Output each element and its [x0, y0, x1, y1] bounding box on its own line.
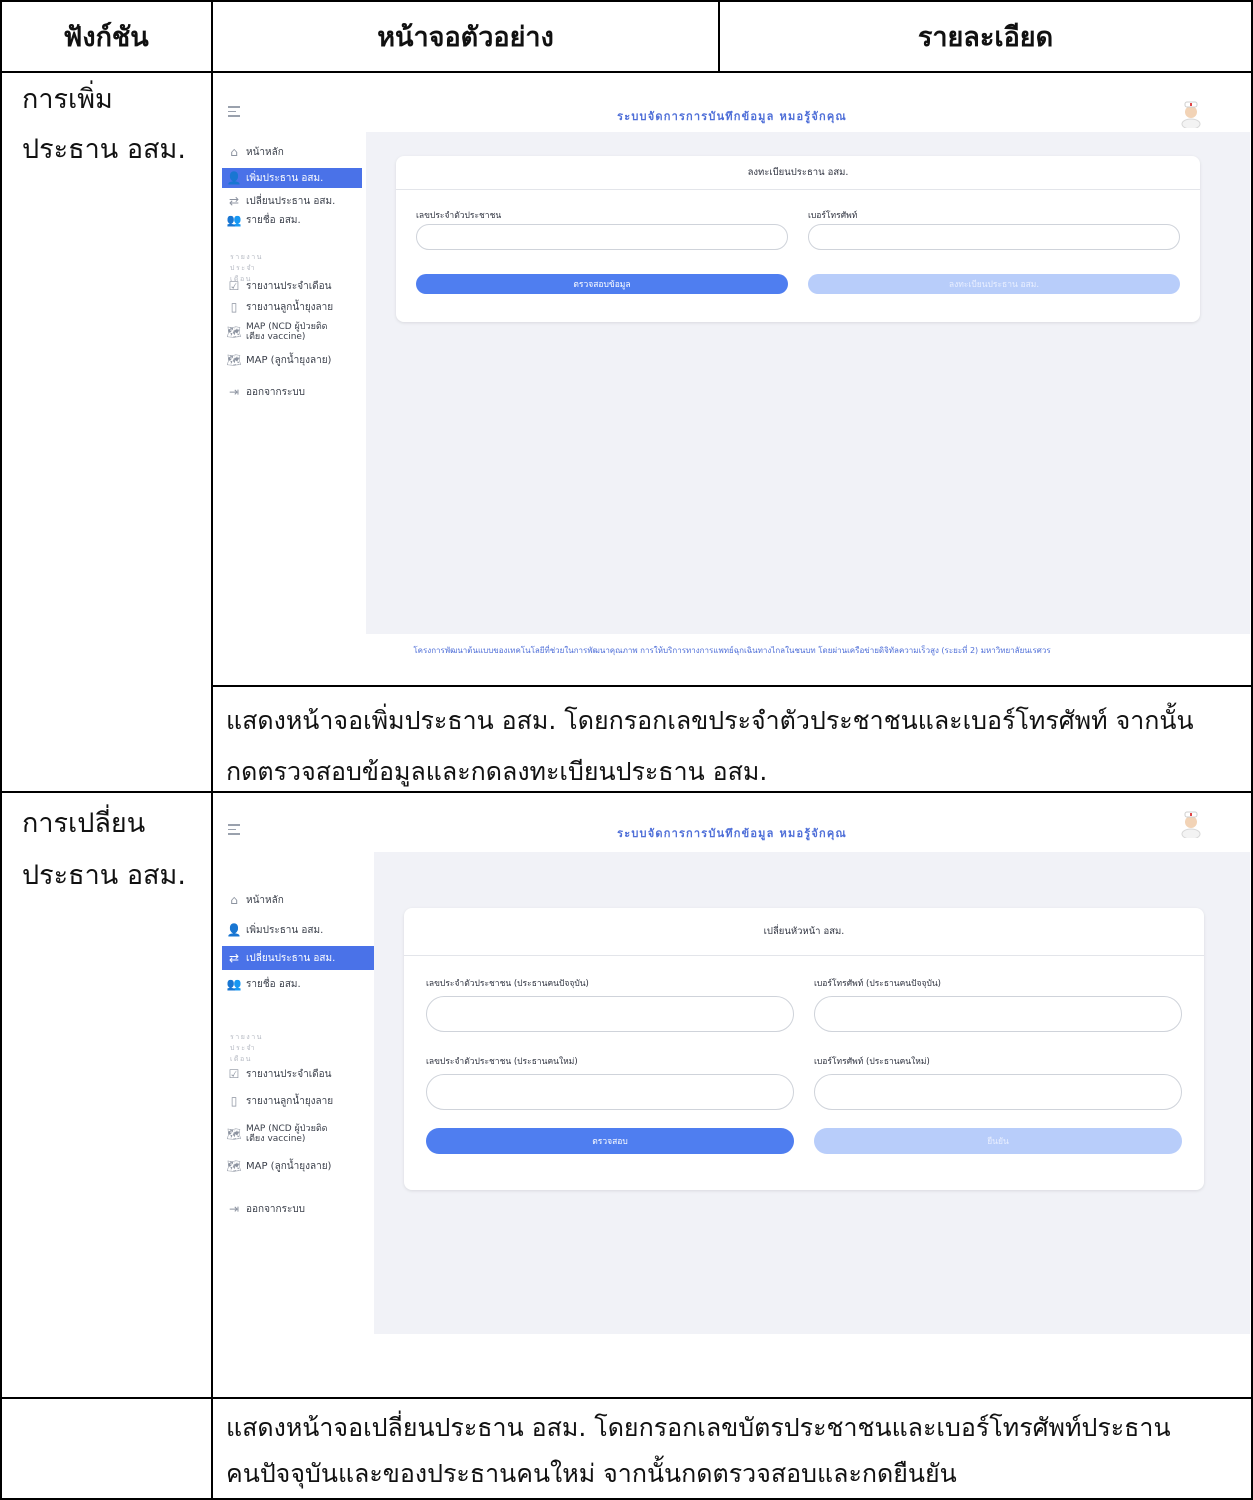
- sidebar-item-label: รายชื่อ อสม.: [246, 214, 301, 226]
- sidebar-item-map-larvae[interactable]: 🗺 MAP (ลูกน้ำยุงลาย): [222, 350, 362, 370]
- sidebar-item-label: เปลี่ยนประธาน อสม.: [246, 195, 336, 207]
- sidebar-item-monthly-report[interactable]: ☑ รายงานประจำเดือน: [222, 1064, 362, 1084]
- sidebar-item-label: ออกจากระบบ: [246, 386, 306, 398]
- header-detail: รายละเอียด: [917, 21, 1054, 53]
- sidebar-item-change-chairman[interactable]: ⇄ เปลี่ยนประธาน อสม.: [222, 191, 362, 211]
- screen-add-chairman: ระบบจัดการการบันทึกข้อมูล หมอรู้จักคุณ ⌂…: [214, 74, 1250, 682]
- sidebar-item-label: MAP (ลูกน้ำยุงลาย): [246, 354, 332, 366]
- sidebar-item-label: MAP (ลูกน้ำยุงลาย): [246, 1160, 332, 1172]
- current-citizen-id-input[interactable]: [426, 996, 794, 1032]
- row2-description-line1: แสดงหน้าจอเปลี่ยนประธาน อสม. โดยกรอกเลขบ…: [226, 1413, 1171, 1442]
- sidebar-item-label: รายงานประจำเดือน: [246, 280, 332, 292]
- sidebar-item-label: รายงานประจำเดือน: [246, 1068, 332, 1080]
- add-user-icon: 👤: [226, 923, 242, 937]
- sidebar-section-title: รายงานประจำเดือน: [230, 1033, 263, 1063]
- row1-description-line1: แสดงหน้าจอเพิ่มประธาน อสม. โดยกรอกเลขประ…: [226, 706, 1194, 735]
- row1-description-line2: กดตรวจสอบข้อมูลและกดลงทะเบียนประธาน อสม.: [226, 757, 768, 786]
- card-title: ลงทะเบียนประธาน อสม.: [396, 156, 1200, 190]
- home-icon: ⌂: [230, 893, 238, 907]
- sidebar-item-map-ncd[interactable]: 🗺 MAP (NCD ผู้ป่วยติดเตียง vaccine): [222, 322, 362, 342]
- current-phone-label: เบอร์โทรศัพท์ (ประธานคนปัจจุบัน): [814, 979, 941, 989]
- home-icon: ⌂: [230, 145, 238, 159]
- sidebar-item-label: MAP (NCD ผู้ป่วยติดเตียง vaccine): [246, 322, 328, 342]
- sidebar-item-label: หน้าหลัก: [246, 146, 284, 158]
- users-icon: 👥: [226, 977, 242, 991]
- avatar[interactable]: [1180, 98, 1202, 128]
- screen-change-chairman: ระบบจัดการการบันทึกข้อมูล หมอรู้จักคุณ ⌂…: [214, 794, 1250, 1394]
- new-citizen-id-label: เลขประจำตัวประชาชน (ประธานคนใหม่): [426, 1057, 578, 1067]
- new-citizen-id-input[interactable]: [426, 1074, 794, 1110]
- sidebar-item-add-chairman[interactable]: 👤 เพิ่มประธาน อสม.: [222, 168, 362, 188]
- table-border-right: [1251, 0, 1253, 1500]
- row1-screen-desc-divider: [212, 685, 1253, 687]
- add-user-icon: 👤: [226, 171, 242, 185]
- swap-arrows-icon: ⇄: [228, 194, 240, 208]
- sidebar-item-label: ออกจากระบบ: [246, 1203, 306, 1215]
- avatar[interactable]: [1180, 808, 1202, 838]
- footer-text: โครงการพัฒนาต้นแบบของเทคโนโลยีที่ช่วยในก…: [413, 646, 1051, 655]
- new-phone-input[interactable]: [814, 1074, 1182, 1110]
- sidebar-item-monthly-report[interactable]: ☑ รายงานประจำเดือน: [222, 276, 362, 296]
- current-phone-input[interactable]: [814, 996, 1182, 1032]
- phone-label: เบอร์โทรศัพท์: [808, 211, 858, 221]
- row1-function-line1: การเพิ่ม: [22, 84, 113, 115]
- map-icon: 🗺: [226, 1127, 242, 1141]
- row-divider-2: [0, 1397, 1253, 1399]
- row2-function-line2: ประธาน อสม.: [22, 860, 186, 891]
- sidebar-item-label: รายชื่อ อสม.: [246, 978, 301, 990]
- check-button[interactable]: ตรวจสอบ: [426, 1128, 794, 1154]
- change-card: เปลี่ยนหัวหน้า อสม. เลขประจำตัวประชาชน (…: [404, 908, 1204, 1190]
- sidebar-item-home[interactable]: ⌂ หน้าหลัก: [222, 142, 362, 162]
- sidebar-item-add-chairman[interactable]: 👤 เพิ่มประธาน อสม.: [222, 920, 362, 940]
- clipboard-icon: ▯: [230, 1094, 238, 1108]
- check-data-button[interactable]: ตรวจสอบข้อมูล: [416, 274, 788, 294]
- row2-description-line2: คนปัจจุบันและของประธานคนใหม่ จากนั้นกดตร…: [226, 1459, 957, 1488]
- column-divider-1: [211, 0, 213, 1500]
- logout-icon: ⇥: [228, 385, 240, 399]
- clipboard-check-icon: ☑: [228, 1067, 240, 1081]
- row1-function-line2: ประธาน อสม.: [22, 134, 186, 165]
- table-border-left: [0, 0, 2, 1500]
- sidebar-item-label: MAP (NCD ผู้ป่วยติดเตียง vaccine): [246, 1124, 328, 1144]
- sidebar-item-map-larvae[interactable]: 🗺 MAP (ลูกน้ำยุงลาย): [222, 1156, 362, 1176]
- sidebar-item-change-chairman[interactable]: ⇄ เปลี่ยนประธาน อสม.: [222, 946, 374, 970]
- new-phone-label: เบอร์โทรศัพท์ (ประธานคนใหม่): [814, 1057, 930, 1067]
- map-icon: 🗺: [226, 353, 242, 367]
- sidebar-item-label: เพิ่มประธาน อสม.: [246, 924, 324, 936]
- sidebar-item-label: รายงานลูกน้ำยุงลาย: [246, 301, 334, 313]
- sidebar-item-map-ncd[interactable]: 🗺 MAP (NCD ผู้ป่วยติดเตียง vaccine): [222, 1124, 362, 1144]
- header-function: ฟังก์ชัน: [63, 21, 149, 53]
- swap-arrows-icon: ⇄: [228, 951, 240, 965]
- users-icon: 👥: [226, 213, 242, 227]
- row2-function-line1: การเปลี่ยน: [22, 808, 146, 839]
- clipboard-check-icon: ☑: [228, 279, 240, 293]
- current-citizen-id-label: เลขประจำตัวประชาชน (ประธานคนปัจจุบัน): [426, 979, 589, 989]
- map-icon: 🗺: [226, 325, 242, 339]
- sidebar-item-larvae-report[interactable]: ▯ รายงานลูกน้ำยุงลาย: [222, 297, 362, 317]
- register-card: ลงทะเบียนประธาน อสม. เลขประจำตัวประชาชน …: [396, 156, 1200, 322]
- sidebar-item-logout[interactable]: ⇥ ออกจากระบบ: [222, 1199, 362, 1219]
- app-title: ระบบจัดการการบันทึกข้อมูล หมอรู้จักคุณ: [617, 110, 847, 123]
- citizen-id-label: เลขประจำตัวประชาชน: [416, 211, 502, 221]
- phone-input[interactable]: [808, 224, 1180, 250]
- sidebar-item-member-list[interactable]: 👥 รายชื่อ อสม.: [222, 974, 362, 994]
- sidebar-item-label: รายงานลูกน้ำยุงลาย: [246, 1095, 334, 1107]
- sidebar-item-logout[interactable]: ⇥ ออกจากระบบ: [222, 382, 362, 402]
- register-chairman-button[interactable]: ลงทะเบียนประธาน อสม.: [808, 274, 1180, 294]
- map-icon: 🗺: [226, 1159, 242, 1173]
- app-title: ระบบจัดการการบันทึกข้อมูล หมอรู้จักคุณ: [617, 827, 847, 840]
- header-screen: หน้าจอตัวอย่าง: [377, 21, 554, 53]
- sidebar-item-member-list[interactable]: 👥 รายชื่อ อสม.: [222, 210, 362, 230]
- sidebar-item-label: เปลี่ยนประธาน อสม.: [246, 952, 336, 964]
- sidebar-item-label: หน้าหลัก: [246, 894, 284, 906]
- sidebar-item-label: เพิ่มประธาน อสม.: [246, 172, 324, 184]
- clipboard-icon: ▯: [230, 300, 238, 314]
- logout-icon: ⇥: [228, 1202, 240, 1216]
- card-title: เปลี่ยนหัวหน้า อสม.: [404, 908, 1204, 956]
- sidebar-item-home[interactable]: ⌂ หน้าหลัก: [222, 890, 362, 910]
- citizen-id-input[interactable]: [416, 224, 788, 250]
- confirm-button[interactable]: ยืนยัน: [814, 1128, 1182, 1154]
- sidebar-item-larvae-report[interactable]: ▯ รายงานลูกน้ำยุงลาย: [222, 1091, 362, 1111]
